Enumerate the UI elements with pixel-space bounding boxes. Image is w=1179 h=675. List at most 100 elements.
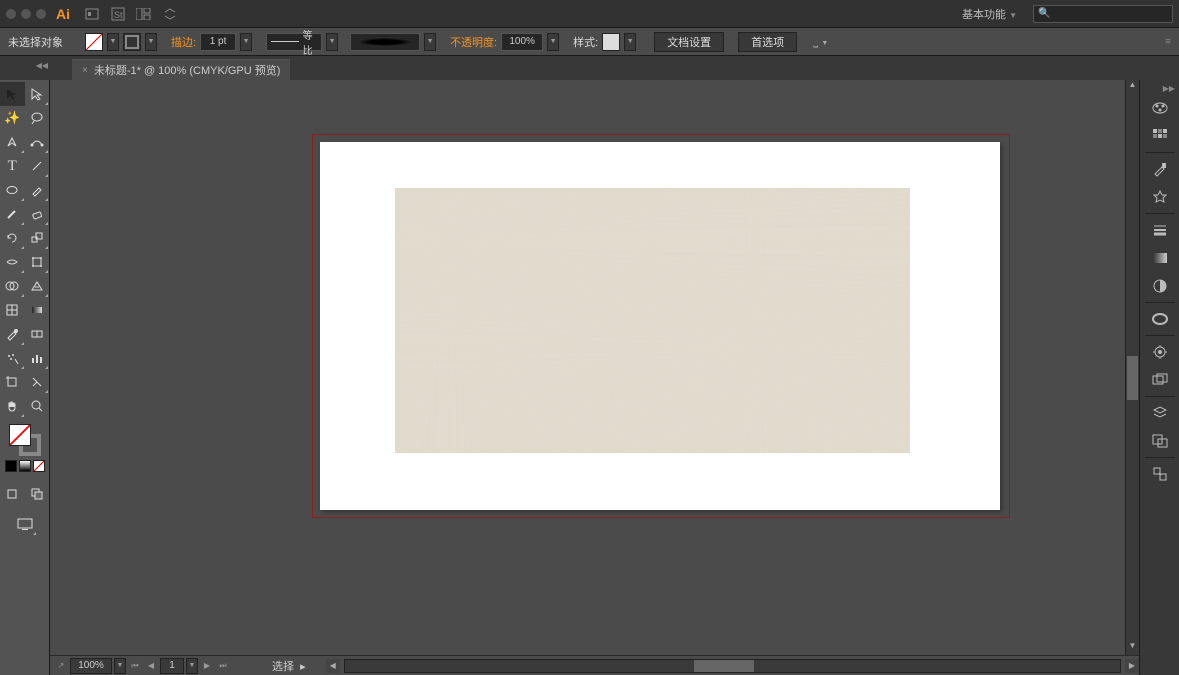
zoom-dropdown[interactable]: ▼ [114, 658, 126, 674]
arrange-docs-icon[interactable] [136, 6, 152, 22]
perspective-tool[interactable] [25, 274, 50, 298]
stroke-weight-input[interactable]: 1 pt [200, 33, 236, 51]
stroke-profile[interactable]: 等比 [266, 33, 322, 51]
stroke-panel-icon[interactable] [1140, 216, 1179, 244]
gradient-mode-icon[interactable] [19, 460, 31, 472]
horizontal-scrollbar[interactable] [344, 659, 1121, 673]
fill-swatch[interactable] [85, 33, 103, 51]
scale-tool[interactable] [25, 226, 50, 250]
eraser-tool[interactable] [25, 202, 50, 226]
artboard-dropdown[interactable]: ▼ [186, 658, 198, 674]
bridge-icon[interactable] [84, 6, 100, 22]
workspace-switcher[interactable]: 基本功能 ▼ [954, 3, 1025, 25]
magic-wand-tool[interactable]: ✨ [0, 106, 25, 130]
v-scroll-thumb[interactable] [1127, 356, 1138, 400]
canvas-area[interactable]: ▲ ▼ ↗ 100% ▼ ⏮ ◀ 1 ▼ ▶ ⏭ 选择 ▸ ◀ ▶ [50, 80, 1139, 675]
brushes-panel-icon[interactable] [1140, 155, 1179, 183]
lasso-tool[interactable] [25, 106, 50, 130]
direct-selection-tool[interactable] [25, 82, 50, 106]
swatches-panel-icon[interactable] [1140, 122, 1179, 150]
search-input[interactable]: 🔍 [1033, 5, 1173, 23]
symbols-panel-icon[interactable] [1140, 183, 1179, 211]
cc-libraries-panel-icon[interactable] [1140, 305, 1179, 333]
artboard-tool[interactable] [0, 370, 25, 394]
links-panel-icon[interactable] [1140, 460, 1179, 488]
h-scroll-thumb[interactable] [694, 660, 754, 672]
document-setup-button[interactable]: 文档设置 [654, 32, 724, 52]
fill-color-swatch[interactable] [9, 424, 31, 446]
shaper-tool[interactable] [0, 202, 25, 226]
layers-panel-icon[interactable] [1140, 399, 1179, 427]
color-mode-icon[interactable] [5, 460, 17, 472]
first-artboard-icon[interactable]: ⏮ [128, 659, 142, 673]
opacity-dropdown[interactable]: ▼ [547, 33, 559, 51]
maximize-window-icon[interactable] [36, 9, 46, 19]
scroll-down-icon[interactable]: ▼ [1126, 641, 1139, 655]
popup-icon[interactable]: ↗ [54, 659, 68, 673]
gpu-icon[interactable] [162, 6, 178, 22]
artboard-number-input[interactable]: 1 [160, 658, 184, 674]
brush-dropdown[interactable]: ▼ [424, 33, 436, 51]
panel-collapse-icon[interactable]: ▶▶ [1140, 84, 1179, 94]
transparency-panel-icon[interactable] [1140, 272, 1179, 300]
zoom-tool[interactable] [25, 394, 50, 418]
scroll-up-icon[interactable]: ▲ [1126, 80, 1139, 94]
placed-image[interactable] [395, 188, 910, 453]
close-tab-icon[interactable]: × [82, 65, 88, 76]
graphic-style-swatch[interactable] [602, 33, 620, 51]
preferences-button[interactable]: 首选项 [738, 32, 797, 52]
paintbrush-tool[interactable] [25, 178, 50, 202]
align-icon[interactable]: ⎵ ▼ [813, 34, 828, 49]
toolbox-collapse-icon[interactable]: ◀◀ [4, 59, 52, 71]
rectangle-tool[interactable] [0, 178, 25, 202]
stroke-weight-dropdown[interactable]: ▼ [240, 33, 252, 51]
draw-normal-icon[interactable] [0, 482, 25, 506]
line-tool[interactable] [25, 154, 50, 178]
stroke-profile-dropdown[interactable]: ▼ [326, 33, 338, 51]
zoom-level-input[interactable]: 100% [70, 658, 112, 674]
style-dropdown[interactable]: ▼ [624, 33, 636, 51]
minimize-window-icon[interactable] [21, 9, 31, 19]
curvature-tool[interactable] [25, 130, 50, 154]
blend-tool[interactable] [25, 322, 50, 346]
stock-icon[interactable]: St [110, 6, 126, 22]
free-transform-tool[interactable] [25, 250, 50, 274]
opacity-input[interactable]: 100% [501, 33, 543, 51]
selection-tool[interactable] [0, 82, 25, 106]
gradient-panel-icon[interactable] [1140, 244, 1179, 272]
scroll-right-icon[interactable]: ▶ [1125, 659, 1139, 673]
vertical-scrollbar[interactable]: ▲ ▼ [1125, 80, 1139, 655]
graph-tool[interactable] [25, 346, 50, 370]
eyedropper-tool[interactable] [0, 322, 25, 346]
slice-tool[interactable] [25, 370, 50, 394]
scroll-left-icon[interactable]: ◀ [326, 659, 340, 673]
draw-behind-icon[interactable] [25, 482, 50, 506]
appearance-panel-icon[interactable] [1140, 338, 1179, 366]
fill-dropdown[interactable]: ▼ [107, 33, 119, 51]
artboards-panel-icon[interactable] [1140, 427, 1179, 455]
symbol-sprayer-tool[interactable] [0, 346, 25, 370]
type-tool[interactable]: T [0, 154, 25, 178]
shape-builder-tool[interactable] [0, 274, 25, 298]
width-tool[interactable] [0, 250, 25, 274]
brush-definition[interactable] [350, 33, 420, 51]
document-tab[interactable]: × 未标题-1* @ 100% (CMYK/GPU 预览) [72, 59, 290, 80]
graphic-styles-panel-icon[interactable] [1140, 366, 1179, 394]
prev-artboard-icon[interactable]: ◀ [144, 659, 158, 673]
close-window-icon[interactable] [6, 9, 16, 19]
stroke-dropdown[interactable]: ▼ [145, 33, 157, 51]
mesh-tool[interactable] [0, 298, 25, 322]
rotate-tool[interactable] [0, 226, 25, 250]
screen-mode-icon[interactable] [12, 512, 37, 536]
status-select-label[interactable]: 选择 ▸ [272, 658, 306, 674]
pen-tool[interactable] [0, 130, 25, 154]
hand-tool[interactable] [0, 394, 25, 418]
none-mode-icon[interactable] [33, 460, 45, 472]
fill-stroke-swatches[interactable] [9, 424, 41, 456]
last-artboard-icon[interactable]: ⏭ [216, 659, 230, 673]
controlbar-menu-icon[interactable]: ≡ [1165, 36, 1171, 47]
stroke-swatch[interactable] [123, 33, 141, 51]
next-artboard-icon[interactable]: ▶ [200, 659, 214, 673]
color-panel-icon[interactable] [1140, 94, 1179, 122]
gradient-tool[interactable] [25, 298, 50, 322]
